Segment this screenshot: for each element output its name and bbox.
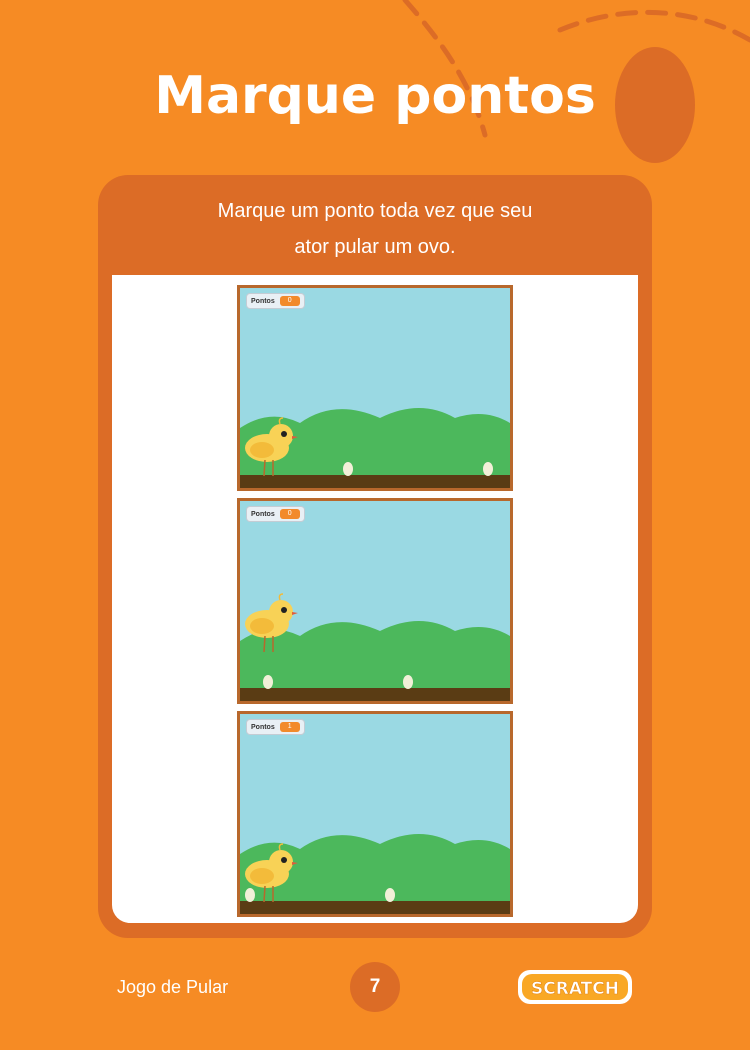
egg-icon [245, 888, 255, 902]
game-stage-1: Pontos 0 [237, 285, 513, 491]
scratch-logo: SCRATCH [518, 970, 632, 1004]
project-name: Jogo de Pular [117, 977, 229, 997]
score-monitor: Pontos 0 [246, 506, 305, 522]
game-stage-3: Pontos 1 [237, 711, 513, 917]
egg-icon [343, 462, 353, 476]
instruction-card: Marque um ponto toda vez que seu ator pu… [98, 175, 652, 938]
score-label: Pontos [251, 723, 275, 731]
egg-icon [385, 888, 395, 902]
score-label: Pontos [251, 510, 275, 518]
score-label: Pontos [251, 297, 275, 305]
score-value: 1 [279, 722, 300, 732]
instruction-line-1: Marque um ponto toda vez que seu [217, 200, 533, 222]
instruction-line-2: ator pular um ovo. [294, 236, 456, 258]
instruction-text: Marque um ponto toda vez que seu ator pu… [98, 193, 652, 265]
score-value: 0 [279, 296, 300, 306]
score-monitor: Pontos 1 [246, 719, 305, 735]
screenshot-panel: Pontos 0 Pontos 0 Pontos 1 [112, 275, 638, 923]
page-number: 7 [350, 962, 400, 1012]
score-monitor: Pontos 0 [246, 293, 305, 309]
page-title: Marque pontos [154, 66, 596, 126]
egg-icon [483, 462, 493, 476]
egg-icon [403, 675, 413, 689]
logo-text: SCRATCH [531, 979, 619, 999]
egg-icon [263, 675, 273, 689]
score-value: 0 [279, 509, 300, 519]
game-stage-2: Pontos 0 [237, 498, 513, 704]
